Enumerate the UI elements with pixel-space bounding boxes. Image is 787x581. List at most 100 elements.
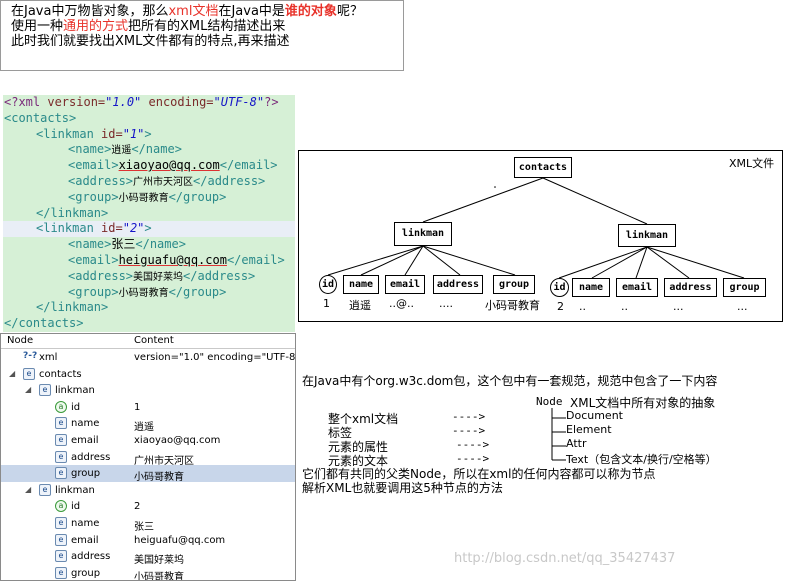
dom-explanation: 在Java中有个org.w3c.dom包，这个包中有一套规范，规范中包含了一下内… — [302, 372, 772, 502]
code-token: <name> — [68, 142, 112, 157]
code-token: 小码哥教育 — [118, 287, 169, 299]
linkman-node-right: linkman — [618, 224, 676, 247]
diagram-value: 1 — [323, 297, 330, 310]
diagram-email-node: email — [616, 278, 658, 297]
mapping-arrow: ----> — [452, 424, 486, 437]
code-token: <contacts> — [4, 110, 77, 125]
xml-code-listing: <?xml version="1.0" encoding="UTF-8"?> <c… — [3, 95, 295, 332]
code-line[interactable]: <address>美国好莱坞</address> — [3, 269, 295, 285]
code-line[interactable]: <?xml version="1.0" encoding="UTF-8"?> — [3, 95, 295, 111]
tree-row[interactable]: e name 张三 — [1, 515, 295, 533]
code-line[interactable]: <linkman id="1"> — [3, 127, 295, 143]
code-token: > — [144, 221, 152, 236]
tree-row[interactable]: e email xiaoyao@qq.com — [1, 432, 295, 449]
tree-row[interactable]: ◢ e linkman — [1, 482, 295, 499]
node-name: id — [71, 401, 81, 413]
code-line[interactable]: <contacts> — [3, 111, 295, 127]
code-token: 小码哥教育 — [118, 192, 169, 204]
code-token: <email> — [68, 252, 119, 267]
tree-row[interactable]: a id 1 — [1, 399, 295, 416]
code-line[interactable]: <name>张三</name> — [3, 237, 295, 253]
code-line[interactable]: <email>heiguafu@qq.com</email> — [3, 253, 295, 269]
expand-toggle-icon[interactable]: ◢ — [9, 369, 15, 378]
code-line[interactable]: </linkman> — [3, 300, 295, 316]
diagram-name-node: name — [343, 275, 379, 294]
node-name: xml — [39, 352, 58, 363]
processing-instruction-icon: ?-? — [23, 351, 38, 361]
tree-row[interactable]: e name 逍遥 — [1, 415, 295, 433]
root-node-contacts: contacts — [514, 157, 572, 178]
node-column-header[interactable]: Node — [7, 335, 33, 346]
intro-box: 在Java中万物皆对象，那么xml文档在Java中是谁的对象呢？ 使用一种通用的… — [0, 0, 404, 71]
intro-text-segment: 呢？ — [336, 4, 363, 19]
code-line[interactable]: <email>xiaoyao@qq.com</email> — [3, 158, 295, 174]
diagram-address-node: address — [664, 278, 717, 297]
tree-row[interactable]: ◢ e contacts — [1, 366, 295, 383]
intro-text-segment: 在Java中万物皆对象，那么 — [11, 4, 169, 19]
xml-structure-diagram: XML文件 contacts linkman linkman id 1 name 逍遥… — [298, 150, 783, 322]
diagram-id-node: id — [319, 275, 337, 294]
diagram-value: ... — [737, 300, 748, 313]
xml-outline-tree[interactable]: Node Content ?-? xml version="1.0" encodin… — [0, 333, 296, 581]
diagram-value: ..@.. — [389, 297, 414, 310]
node-content: 1 — [134, 401, 141, 413]
mapping-arrow: ----> — [452, 410, 486, 423]
code-token: id= — [101, 126, 123, 141]
diagram-value: 2 — [557, 300, 564, 313]
code-token: 广州市天河区 — [133, 176, 194, 188]
tree-row[interactable]: e group 小码哥教育 — [1, 565, 295, 580]
code-token: "2" — [122, 221, 145, 236]
intro-line-3: 此时我们就要找出XML文件都有的特点,再来描述 — [11, 34, 403, 49]
code-token: </group> — [168, 189, 227, 204]
element-icon: e — [55, 533, 67, 546]
diagram-value: 小码哥教育 — [485, 299, 540, 312]
code-line[interactable]: <name>逍遥</name> — [3, 142, 295, 158]
code-line[interactable]: <group>小码哥教育</group> — [3, 285, 295, 301]
expand-toggle-icon[interactable]: ◢ — [25, 485, 31, 494]
node-name: linkman — [55, 385, 95, 397]
code-token: </address> — [183, 268, 256, 283]
element-icon: e — [55, 516, 67, 529]
diagram-value: 逍遥 — [349, 299, 371, 312]
code-line[interactable]: <address>广州市天河区</address> — [3, 174, 295, 190]
code-line[interactable]: </linkman> — [3, 206, 295, 222]
node-name: email — [71, 434, 99, 446]
mapping-target: Document — [566, 409, 623, 422]
node-label: Node — [536, 395, 563, 408]
code-token: </name> — [131, 142, 182, 157]
code-token: </contacts> — [4, 316, 84, 331]
intro-text-segment: 使用一种 — [11, 19, 64, 34]
tree-row[interactable]: a id 2 — [1, 498, 295, 515]
code-line[interactable]: <group>小码哥教育</group> — [3, 190, 295, 206]
code-token: id= — [101, 221, 123, 236]
tree-row[interactable]: e address 美国好莱坞 — [1, 548, 295, 566]
watermark: http://blog.csdn.net/qq_35427437 — [454, 551, 676, 566]
code-token: 美国好莱坞 — [133, 271, 184, 283]
node-name: id — [71, 501, 81, 513]
element-icon: e — [23, 367, 35, 380]
tree-row[interactable]: e group 小码哥教育 — [1, 465, 295, 483]
node-name: name — [71, 418, 100, 430]
attribute-icon: a — [55, 400, 67, 413]
mapping-target: Element — [566, 423, 612, 436]
node-name: address — [71, 451, 111, 463]
intro-text-segment: 此时我们就要找出XML文件都有的特点,再来描述 — [11, 34, 290, 49]
intro-line-2: 使用一种通用的方式把所有的XML结构描述出来 — [11, 19, 403, 34]
code-line[interactable]: <linkman id="2"> — [3, 221, 295, 238]
code-token: <address> — [68, 268, 134, 283]
code-token: <linkman — [36, 221, 102, 236]
code-token: <?xml — [4, 95, 48, 109]
intro-text-segment: 谁的对象 — [284, 4, 337, 19]
node-name: address — [71, 551, 111, 563]
intro-text-segment: 通用的方式 — [63, 19, 129, 34]
tree-row[interactable]: ◢ e linkman — [1, 382, 295, 399]
tree-row[interactable]: e address 广州市天河区 — [1, 449, 295, 467]
code-token: > — [144, 126, 152, 141]
expand-toggle-icon[interactable]: ◢ — [25, 385, 31, 394]
content-column-header[interactable]: Content — [134, 335, 174, 346]
code-token: xiaoyao@qq.com — [118, 158, 220, 173]
code-token: </group> — [168, 284, 227, 299]
tree-row[interactable]: ?-? xml version="1.0" encoding="UTF-8" — [1, 349, 295, 366]
tree-row[interactable]: e email heiguafu@qq.com — [1, 532, 295, 549]
code-line[interactable]: </contacts> — [3, 316, 295, 332]
